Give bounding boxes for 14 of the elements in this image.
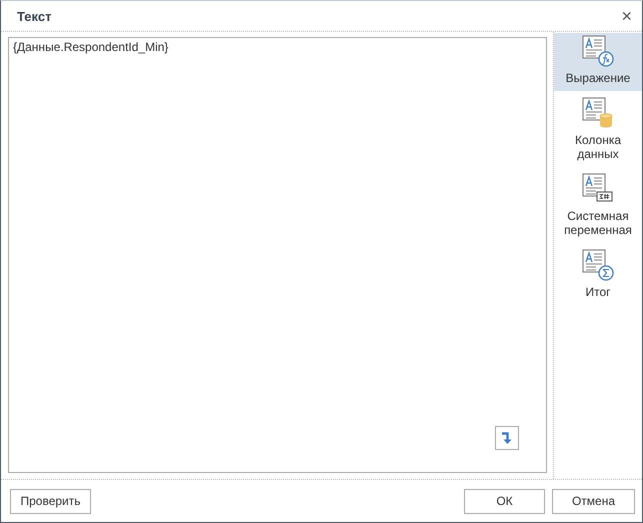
window-title: Текст — [17, 8, 52, 24]
word-wrap-button[interactable] — [495, 426, 519, 450]
side-item[interactable]: Выражение — [554, 33, 642, 91]
close-button[interactable]: × — [619, 7, 634, 25]
database-document-icon — [582, 97, 614, 129]
side-item[interactable]: Колонка данных — [554, 95, 642, 167]
cancel-button[interactable]: Отмена — [552, 488, 635, 514]
sum-document-icon — [582, 249, 614, 281]
function-document-icon — [582, 35, 614, 67]
side-item[interactable]: Итог — [554, 247, 642, 305]
side-item[interactable]: Системная переменная — [554, 171, 642, 243]
check-button[interactable]: Проверить — [10, 488, 91, 514]
wrap-arrow-icon — [501, 431, 513, 445]
ok-button[interactable]: ОК — [464, 488, 545, 514]
